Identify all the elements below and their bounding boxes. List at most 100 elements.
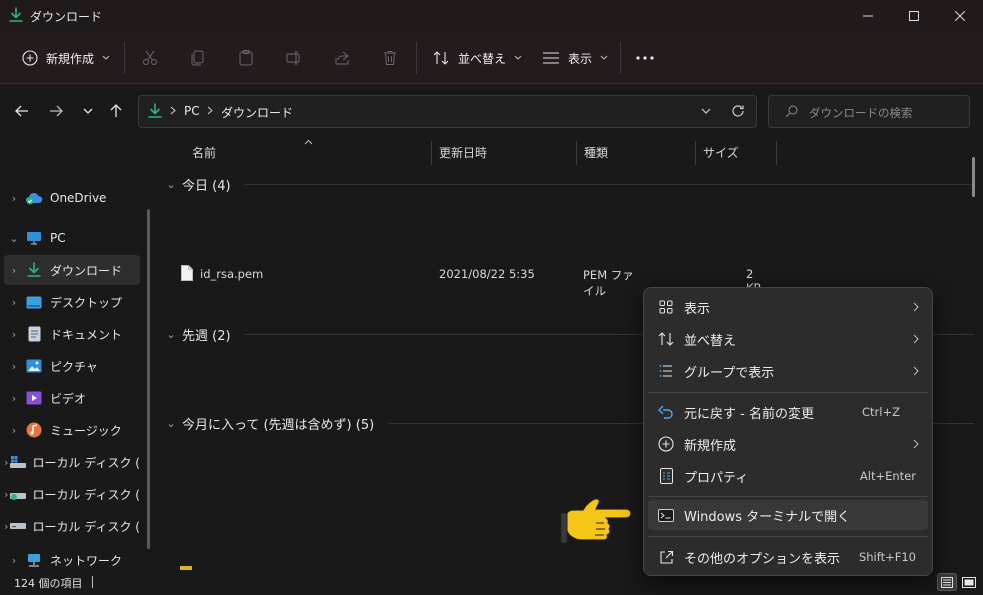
column-divider[interactable]	[431, 141, 432, 165]
plus-circle-icon	[648, 436, 684, 452]
column-header-name[interactable]: 名前	[192, 144, 216, 161]
forward-button[interactable]	[44, 99, 68, 123]
sidebar-scrollbar[interactable]	[147, 209, 150, 549]
group-header-today[interactable]: ⌄ 今日 (4)	[160, 173, 230, 195]
sidebar-item-local-disk-3[interactable]: › ローカル ディスク (	[4, 511, 140, 541]
sidebar-item-pictures[interactable]: › ピクチャ	[4, 351, 140, 381]
search-icon	[785, 105, 798, 118]
sidebar-item-downloads[interactable]: › ダウンロード	[4, 255, 140, 285]
chevron-right-icon[interactable]: ›	[4, 328, 24, 341]
address-bar[interactable]: PC ダウンロード	[138, 95, 757, 128]
new-button[interactable]: 新規作成	[16, 44, 116, 72]
share-button[interactable]	[326, 44, 358, 72]
menu-item-label: Windows ターミナルで開く	[684, 509, 851, 525]
view-button[interactable]: 表示	[536, 44, 614, 72]
sort-icon	[648, 332, 684, 346]
menu-item-new[interactable]: 新規作成	[648, 428, 928, 460]
sidebar-item-onedrive[interactable]: › OneDrive	[4, 183, 140, 213]
download-icon	[24, 262, 44, 278]
menu-item-group-by[interactable]: グループで表示	[648, 355, 928, 387]
sort-button[interactable]: 並べ替え	[426, 44, 528, 72]
status-divider	[92, 576, 93, 588]
sort-label: 並べ替え	[458, 51, 507, 66]
breadcrumb-downloads[interactable]: ダウンロード	[221, 104, 293, 121]
view-label: 表示	[568, 51, 593, 66]
file-row[interactable]: id_rsa.pem 2021/08/22 5:35 PEM ファイル 2 KB	[174, 263, 761, 298]
sidebar-item-label: OneDrive	[50, 191, 107, 205]
chevron-right-icon[interactable]: ›	[4, 554, 24, 567]
music-icon	[24, 422, 44, 438]
rename-icon	[285, 49, 303, 67]
minimize-button[interactable]	[845, 0, 891, 32]
group-header-last-week[interactable]: ⌄ 先週 (2)	[160, 323, 231, 345]
properties-icon	[648, 468, 684, 484]
address-history-chevron-icon[interactable]	[701, 108, 711, 115]
chevron-down-icon[interactable]: ⌄	[160, 178, 182, 191]
sidebar-item-local-disk-1[interactable]: › ローカル ディスク (	[4, 447, 140, 477]
column-header-type[interactable]: 種類	[584, 144, 608, 161]
group-header-this-month[interactable]: ⌄ 今月に入って (先週は含めず) (5)	[160, 412, 374, 434]
column-divider[interactable]	[695, 141, 696, 165]
chevron-down-icon[interactable]: ⌄	[4, 232, 24, 245]
chevron-right-icon[interactable]: ›	[4, 296, 24, 309]
column-divider[interactable]	[776, 141, 777, 165]
chevron-right-icon[interactable]: ›	[4, 360, 24, 373]
menu-item-properties[interactable]: プロパティ Alt+Enter	[648, 460, 928, 492]
search-box[interactable]: ダウンロードの検索	[768, 95, 970, 128]
sidebar-item-documents[interactable]: › ドキュメント	[4, 319, 140, 349]
chevron-right-icon[interactable]: ›	[4, 192, 24, 205]
sidebar-item-desktop[interactable]: › デスクトップ	[4, 287, 140, 317]
chevron-right-icon[interactable]: ›	[4, 392, 24, 405]
toolbar-separator	[124, 42, 125, 74]
menu-separator	[648, 392, 928, 393]
menu-item-undo-rename[interactable]: 元に戻す - 名前の変更 Ctrl+Z	[648, 396, 928, 428]
recent-locations-button[interactable]	[76, 99, 100, 123]
close-button[interactable]	[937, 0, 983, 32]
sidebar-item-videos[interactable]: › ビデオ	[4, 383, 140, 413]
monitor-icon	[24, 230, 44, 246]
breadcrumb-pc[interactable]: PC	[184, 104, 200, 118]
menu-item-view[interactable]: 表示	[648, 291, 928, 323]
cut-button[interactable]	[134, 44, 166, 72]
file-list-scrollbar[interactable]	[972, 157, 975, 197]
chevron-down-icon[interactable]: ⌄	[160, 328, 182, 341]
sidebar-item-music[interactable]: › ミュージック	[4, 415, 140, 445]
group-label: 先週 (2)	[182, 328, 231, 344]
menu-item-sort[interactable]: 並べ替え	[648, 323, 928, 355]
sidebar-item-label: ローカル ディスク (	[32, 519, 140, 534]
paste-button[interactable]	[230, 44, 262, 72]
sidebar-item-label: ダウンロード	[50, 263, 123, 278]
details-view-icon	[941, 576, 953, 588]
column-divider[interactable]	[576, 141, 577, 165]
sidebar-item-pc[interactable]: ⌄ PC	[4, 223, 140, 253]
chevron-right-icon[interactable]: ›	[4, 264, 24, 277]
rename-button[interactable]	[278, 44, 310, 72]
sidebar-item-local-disk-2[interactable]: › ローカル ディスク (	[4, 479, 140, 509]
desktop-icon	[24, 294, 44, 310]
sidebar-item-network[interactable]: › ネットワーク	[4, 550, 140, 570]
window-title: ダウンロード	[30, 10, 103, 24]
details-view-button[interactable]	[937, 573, 957, 591]
delete-button[interactable]	[374, 44, 406, 72]
up-button[interactable]	[104, 99, 128, 123]
sidebar-item-label: ビデオ	[50, 391, 87, 406]
menu-item-more-options[interactable]: その他のオプションを表示 Shift+F10	[648, 541, 928, 573]
more-button[interactable]	[628, 44, 662, 72]
refresh-icon[interactable]	[731, 104, 745, 118]
column-header-date[interactable]: 更新日時	[439, 144, 487, 161]
chevron-down-icon[interactable]: ⌄	[160, 417, 182, 430]
copy-button[interactable]	[182, 44, 214, 72]
tiles-view-icon	[962, 576, 976, 588]
back-button[interactable]	[10, 99, 34, 123]
column-header-size[interactable]: サイズ	[703, 144, 739, 161]
chevron-right-icon[interactable]: ›	[4, 424, 24, 437]
toolbar-separator	[620, 42, 621, 74]
tiles-view-button[interactable]	[959, 573, 979, 591]
document-icon	[24, 326, 44, 342]
terminal-icon	[648, 508, 684, 522]
pictures-icon	[24, 358, 44, 374]
scissors-icon	[141, 49, 159, 67]
menu-item-open-terminal[interactable]: Windows ターミナルで開く	[648, 500, 928, 530]
maximize-button[interactable]	[891, 0, 937, 32]
menu-item-label: グループで表示	[684, 365, 775, 381]
